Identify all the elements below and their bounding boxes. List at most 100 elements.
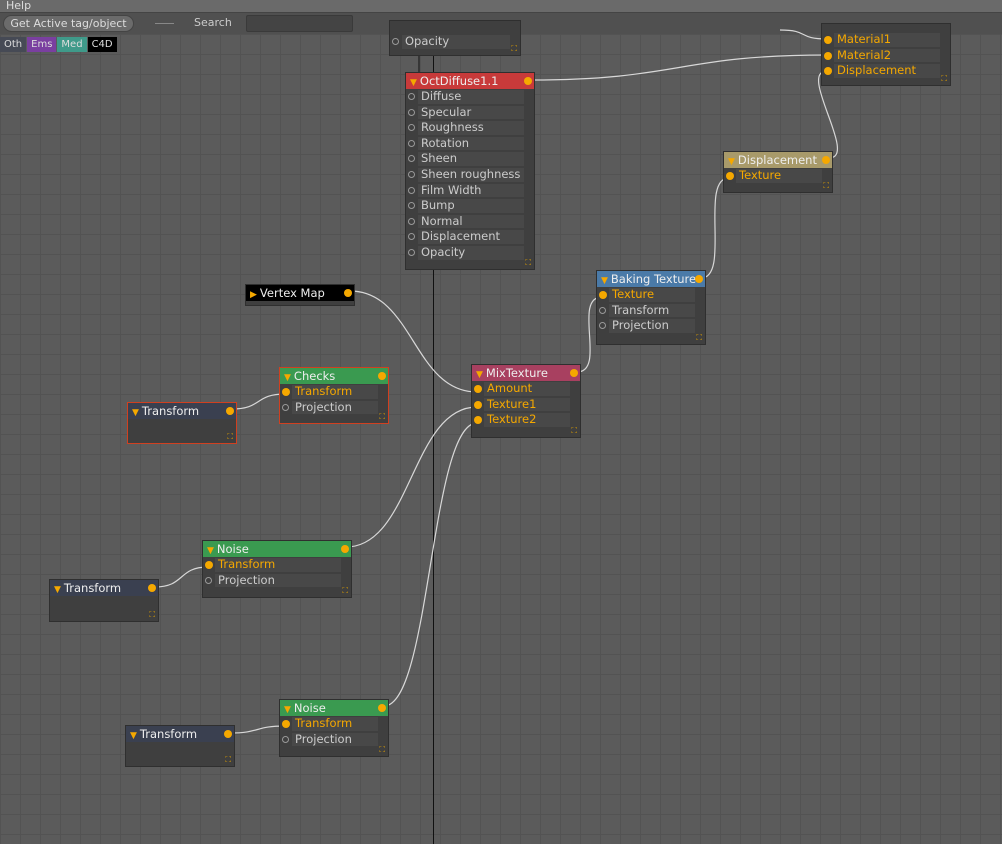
input-port[interactable] (205, 576, 212, 584)
input-port-row[interactable]: Texture1 (472, 397, 580, 413)
node-header[interactable]: ▼ MixTexture (472, 365, 580, 381)
collapse-triangle-icon[interactable]: ▼ (410, 78, 417, 88)
output-port[interactable] (378, 704, 386, 712)
input-port-row[interactable]: Projection (203, 573, 351, 589)
resize-grip-icon[interactable]: ⛶ (379, 413, 385, 421)
resize-grip-icon[interactable]: ⛶ (511, 45, 517, 53)
input-port-row[interactable]: Transform (280, 716, 388, 732)
input-port-row[interactable]: Texture2 (472, 412, 580, 428)
collapse-triangle-icon[interactable]: ▼ (130, 731, 137, 741)
input-port[interactable] (408, 124, 415, 132)
tag-med[interactable]: Med (57, 37, 87, 52)
tag-oth[interactable]: Oth (0, 37, 27, 52)
output-port[interactable] (822, 156, 830, 164)
input-port[interactable] (824, 36, 832, 44)
node-header[interactable]: ▼ Baking Texture (597, 271, 705, 287)
input-port-row[interactable]: Normal (406, 214, 534, 230)
resize-grip-icon[interactable]: ⛶ (225, 756, 231, 764)
input-port[interactable] (408, 139, 415, 147)
input-port[interactable] (408, 233, 415, 241)
output-port[interactable] (570, 369, 578, 377)
input-port[interactable] (408, 155, 415, 163)
menu-help[interactable]: Help (6, 0, 31, 12)
node-transform[interactable]: ▼ Transform ⛶ (127, 402, 237, 444)
node-header[interactable]: ▼ Noise (280, 700, 388, 716)
input-port[interactable] (408, 93, 415, 100)
input-port[interactable] (282, 735, 289, 743)
input-port[interactable] (599, 291, 607, 299)
get-active-button[interactable]: Get Active tag/object (3, 15, 134, 32)
input-port[interactable] (282, 388, 290, 396)
input-port[interactable] (824, 51, 832, 60)
input-port-row[interactable]: Opacity (390, 34, 520, 50)
input-port-row[interactable]: Sheen roughness (406, 167, 534, 183)
node-header[interactable]: ▼ Transform (126, 726, 234, 742)
input-port[interactable] (726, 172, 734, 180)
resize-grip-icon[interactable]: ⛶ (696, 334, 702, 342)
node-displacement[interactable]: ▼ Displacement Texture ⛶ (723, 151, 833, 193)
node-header[interactable]: ▼ Transform (50, 580, 158, 596)
input-port-row[interactable]: Projection (280, 732, 388, 748)
input-port-row[interactable]: Displacement (406, 229, 534, 245)
input-port-row[interactable]: Transform (597, 303, 705, 319)
input-port[interactable] (408, 202, 415, 210)
node-octdiffuse1.1[interactable]: ▼ OctDiffuse1.1 Diffuse Specular Roughness Ro… (405, 72, 535, 270)
output-port[interactable] (524, 77, 532, 85)
node-vertex-map[interactable]: ▶ Vertex Map (245, 284, 355, 306)
input-port-row[interactable]: Amount (472, 381, 580, 397)
output-port[interactable] (226, 407, 234, 415)
resize-grip-icon[interactable]: ⛶ (941, 75, 947, 83)
input-port-row[interactable]: Material1 (822, 32, 950, 48)
node-partial[interactable]: Material1 Material2 Displacement ⛶ (821, 23, 951, 86)
node-header[interactable]: ▼ Checks (280, 368, 388, 384)
input-port-row[interactable]: Material2 (822, 48, 950, 64)
output-port[interactable] (341, 545, 349, 553)
input-port[interactable] (824, 67, 832, 76)
input-port-row[interactable]: Sheen (406, 151, 534, 167)
collapse-triangle-icon[interactable]: ▼ (284, 705, 291, 715)
collapse-triangle-icon[interactable]: ▼ (284, 373, 291, 383)
node-transform[interactable]: ▼ Transform ⛶ (49, 579, 159, 622)
input-port-row[interactable]: Specular (406, 105, 534, 121)
output-port[interactable] (378, 372, 386, 380)
input-port[interactable] (408, 217, 415, 225)
resize-grip-icon[interactable]: ⛶ (525, 259, 531, 267)
output-port[interactable] (148, 584, 156, 592)
input-port[interactable] (408, 170, 415, 178)
node-partial[interactable]: Opacity ⛶ (389, 20, 521, 56)
input-port-row[interactable]: Bump (406, 198, 534, 214)
resize-grip-icon[interactable]: ⛶ (149, 611, 155, 619)
input-port-row[interactable]: Texture (597, 287, 705, 303)
node-header[interactable]: ▼ Displacement (724, 152, 832, 168)
input-port-row[interactable]: Texture (724, 168, 832, 184)
collapse-triangle-icon[interactable]: ▼ (476, 370, 483, 380)
input-port-row[interactable]: Diffuse (406, 89, 534, 105)
input-port-row[interactable]: Transform (280, 384, 388, 400)
input-port[interactable] (205, 561, 213, 569)
input-port[interactable] (474, 416, 482, 425)
node-header[interactable]: ▼ OctDiffuse1.1 (406, 73, 534, 89)
input-port-row[interactable]: Roughness (406, 120, 534, 136)
input-port[interactable] (408, 248, 415, 256)
input-port[interactable] (474, 400, 482, 409)
input-port[interactable] (599, 322, 606, 330)
node-noise[interactable]: ▼ Noise Transform Projection ⛶ (279, 699, 389, 757)
resize-grip-icon[interactable]: ⛶ (379, 746, 385, 754)
input-port-row[interactable]: Transform (203, 557, 351, 573)
output-port[interactable] (695, 275, 703, 283)
input-port-row[interactable]: Rotation (406, 136, 534, 152)
input-port-row[interactable]: Projection (280, 400, 388, 416)
collapse-triangle-icon[interactable]: ▼ (728, 157, 735, 167)
resize-grip-icon[interactable]: ⛶ (342, 587, 348, 595)
node-header[interactable]: ▼ Noise (203, 541, 351, 557)
output-port[interactable] (344, 289, 352, 297)
expand-triangle-icon[interactable]: ▶ (250, 290, 257, 300)
node-mixtexture[interactable]: ▼ MixTexture Amount Texture1 Texture2 ⛶ (471, 364, 581, 438)
collapse-triangle-icon[interactable]: ▼ (207, 546, 214, 556)
input-port[interactable] (392, 38, 399, 45)
resize-grip-icon[interactable]: ⛶ (823, 182, 829, 190)
input-port-row[interactable]: Film Width (406, 183, 534, 199)
resize-grip-icon[interactable]: ⛶ (227, 433, 233, 441)
node-header[interactable]: ▼ Transform (128, 403, 236, 419)
collapse-triangle-icon[interactable]: ▼ (132, 408, 139, 418)
